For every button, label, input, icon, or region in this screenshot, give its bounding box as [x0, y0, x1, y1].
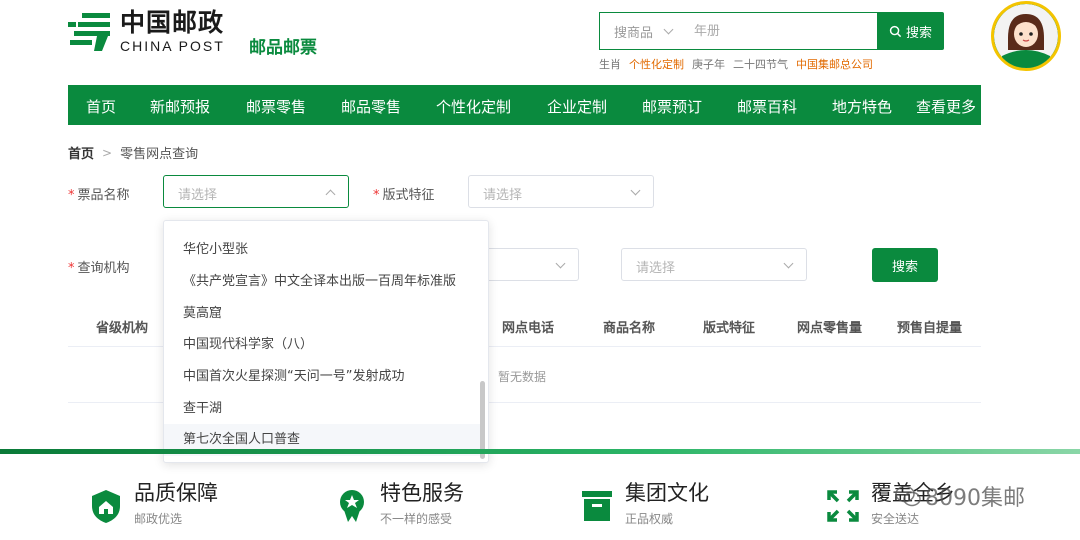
- format-feature-select[interactable]: 请选择: [468, 175, 654, 208]
- expand-arrows-icon: [827, 490, 859, 522]
- table-empty-text: 暂无数据: [498, 370, 547, 384]
- shield-home-icon: [92, 490, 120, 523]
- feature-title: 特色服务: [380, 481, 464, 505]
- breadcrumb: 首页 > 零售网点查询: [68, 143, 199, 163]
- table-header-product: 商品名称: [603, 321, 656, 336]
- table-header-province: 省级机构: [96, 321, 149, 336]
- dropdown-option[interactable]: 中国首次火星探测“天问一号”发射成功: [164, 361, 482, 393]
- china-post-logo-icon: [68, 12, 110, 51]
- award-badge-icon: [340, 490, 364, 522]
- search-icon: [889, 25, 902, 37]
- nav-item-philatelic-retail[interactable]: 邮品零售: [341, 96, 401, 117]
- dropdown-option[interactable]: 莫高窟: [164, 298, 482, 330]
- china-post-logo[interactable]: 中国邮政 CHINA POST: [68, 10, 225, 53]
- nav-item-new-stamp-forecast[interactable]: 新邮预报: [150, 96, 210, 117]
- nav-item-personalized[interactable]: 个性化定制: [436, 96, 511, 117]
- ticket-name-label: * 票品名称: [68, 188, 130, 203]
- query-org-city-select[interactable]: 请选择: [621, 248, 807, 281]
- feature-title: 集团文化: [625, 481, 709, 505]
- nav-item-stamp-retail[interactable]: 邮票零售: [246, 96, 306, 117]
- feature-subtitle: 安全送达: [871, 512, 920, 527]
- table-header-phone: 网点电话: [502, 321, 555, 336]
- chevron-down-icon: [555, 258, 566, 269]
- footer-gradient-bar: [0, 449, 1080, 454]
- feature-quality: 品质保障 邮政优选: [88, 481, 218, 527]
- dropdown-option[interactable]: 《共产党宣言》中文全译本出版一百周年标准版: [164, 266, 482, 298]
- chevron-down-icon: [783, 258, 794, 269]
- hot-word-link[interactable]: 生肖: [599, 56, 621, 72]
- dropdown-option[interactable]: 查干湖: [164, 393, 482, 425]
- dropdown-scrollbar[interactable]: [480, 381, 485, 459]
- chevron-down-icon: [630, 185, 641, 196]
- hot-word-link[interactable]: 庚子年: [692, 56, 725, 72]
- dropdown-option[interactable]: 中国现代科学家（八）: [164, 329, 482, 361]
- feature-subtitle: 正品权威: [625, 512, 674, 527]
- format-feature-label: * 版式特征: [373, 188, 435, 203]
- watermark-text: 8090集邮: [925, 486, 1025, 511]
- mascot-girl-icon: [994, 4, 1058, 68]
- feature-service: 特色服务 不一样的感受: [334, 481, 464, 527]
- ticket-name-placeholder: 请选择: [178, 188, 218, 203]
- main-nav: 首页 新邮预报 邮票零售 邮品零售 个性化定制 企业定制 邮票预订 邮票百科 地…: [68, 85, 981, 125]
- ticket-name-select[interactable]: 请选择: [163, 175, 349, 208]
- wechat-watermark: 8090集邮: [895, 480, 1025, 512]
- search-input[interactable]: [694, 23, 845, 39]
- search-box: 搜商品: [599, 12, 878, 50]
- search-button-label: 搜索: [905, 25, 932, 41]
- query-org-city-placeholder: 请选择: [636, 261, 676, 276]
- hot-word-link[interactable]: 二十四节气: [733, 56, 788, 72]
- format-feature-placeholder: 请选择: [483, 188, 523, 203]
- feature-subtitle: 邮政优选: [134, 512, 183, 527]
- search-button[interactable]: 搜索: [877, 12, 944, 50]
- hot-search-words: 生肖 个性化定制 庚子年 二十四节气 中国集邮总公司: [599, 56, 873, 72]
- feature-subtitle: 不一样的感受: [380, 512, 453, 527]
- breadcrumb-home[interactable]: 首页: [68, 143, 94, 162]
- nav-item-local-specialty[interactable]: 地方特色: [832, 96, 892, 117]
- nav-item-more[interactable]: 查看更多: [916, 96, 976, 117]
- hot-word-link[interactable]: 中国集邮总公司: [796, 56, 873, 72]
- chevron-down-icon: [663, 24, 674, 34]
- query-org-label: * 查询机构: [68, 261, 130, 276]
- chevron-right-icon: >: [102, 145, 113, 160]
- feature-culture: 集团文化 正品权威: [579, 481, 709, 527]
- wechat-icon: [895, 485, 921, 507]
- archive-box-icon: [582, 491, 612, 521]
- table-header-format: 版式特征: [703, 321, 756, 336]
- hot-word-link[interactable]: 个性化定制: [629, 56, 684, 72]
- nav-item-enterprise[interactable]: 企业定制: [547, 96, 607, 117]
- breadcrumb-current: 零售网点查询: [120, 147, 199, 162]
- nav-item-stamp-encyclopedia[interactable]: 邮票百科: [737, 96, 797, 117]
- table-header-retail-qty: 网点零售量: [797, 321, 863, 336]
- logo-english-name: CHINA POST: [120, 38, 225, 54]
- logo-chinese-name: 中国邮政: [120, 8, 225, 37]
- feature-title: 品质保障: [134, 481, 218, 505]
- table-header-presale-qty: 预售自提量: [897, 321, 963, 336]
- mascot-avatar[interactable]: [991, 1, 1061, 71]
- search-category-select[interactable]: 搜商品: [614, 22, 674, 41]
- chevron-up-icon: [325, 189, 336, 200]
- dropdown-option-clipped[interactable]: ···: [164, 221, 482, 235]
- search-category-label: 搜商品: [614, 25, 654, 41]
- ticket-name-dropdown: ··· 华佗小型张 《共产党宣言》中文全译本出版一百周年标准版 莫高窟 中国现代…: [163, 220, 489, 463]
- dropdown-option[interactable]: 华佗小型张: [164, 234, 482, 266]
- site-subtitle[interactable]: 邮品邮票: [249, 33, 317, 58]
- nav-item-home[interactable]: 首页: [86, 96, 116, 117]
- nav-item-stamp-preorder[interactable]: 邮票预订: [642, 96, 702, 117]
- query-search-button[interactable]: 搜索: [872, 248, 938, 282]
